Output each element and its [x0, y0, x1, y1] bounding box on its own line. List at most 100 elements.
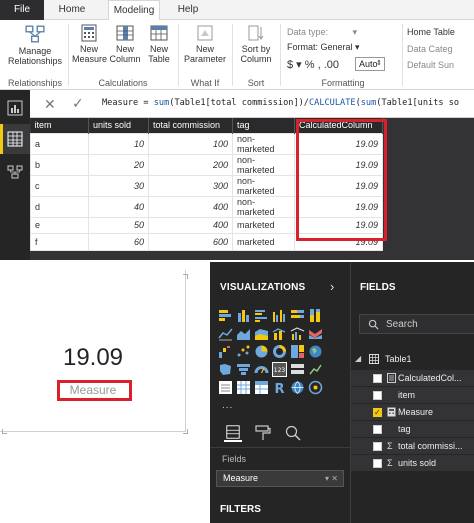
table-cell[interactable]: b: [30, 153, 89, 176]
funnel-chart-icon[interactable]: [236, 362, 251, 377]
table-cell[interactable]: non-marketed: [232, 153, 295, 176]
card-visual-icon[interactable]: 123: [272, 362, 287, 377]
table-cell[interactable]: non-marketed: [232, 195, 295, 218]
table-cell[interactable]: e: [30, 216, 89, 234]
globe-icon[interactable]: [290, 380, 305, 395]
tab-modeling[interactable]: Modeling: [108, 0, 160, 21]
pie-chart-icon[interactable]: [254, 344, 269, 359]
slicer-icon[interactable]: [218, 380, 233, 395]
table-cell[interactable]: 300: [148, 174, 233, 197]
line-and-clustered-column-icon[interactable]: [290, 326, 305, 341]
more-visuals-button[interactable]: ...: [222, 400, 233, 411]
field-item-total-commission[interactable]: Σ total commissi...: [351, 438, 474, 454]
table-cell[interactable]: 30: [88, 174, 149, 197]
table-cell[interactable]: a: [30, 132, 89, 155]
line-chart-icon[interactable]: [218, 326, 233, 341]
line-and-column-chart-icon[interactable]: [272, 326, 287, 341]
field-item-measure[interactable]: Measure: [351, 404, 474, 421]
field-item-tag[interactable]: tag: [351, 421, 474, 437]
field-checkbox[interactable]: [373, 374, 382, 383]
field-checkbox[interactable]: [373, 425, 382, 434]
check-icon[interactable]: ✓: [72, 95, 84, 112]
column-header[interactable]: units sold: [88, 118, 149, 133]
chevron-right-icon[interactable]: ›: [330, 279, 334, 294]
table-cell[interactable]: 200: [148, 153, 233, 176]
new-table-button[interactable]: New Table: [144, 24, 174, 64]
table-cell[interactable]: non-marketed: [232, 174, 295, 197]
map-icon[interactable]: [308, 344, 323, 359]
new-measure-button[interactable]: New Measure: [72, 24, 107, 64]
multi-row-card-icon[interactable]: [290, 362, 305, 377]
column-header[interactable]: total commission: [148, 118, 233, 133]
filled-map-icon[interactable]: [218, 362, 233, 377]
table-cell[interactable]: 400: [148, 216, 233, 234]
data-category-label[interactable]: Data Categ: [407, 44, 453, 54]
stacked-column-chart-icon[interactable]: [236, 308, 251, 323]
field-checkbox[interactable]: [373, 459, 382, 468]
table-cell[interactable]: 50: [88, 216, 149, 234]
close-icon[interactable]: ✕: [331, 474, 338, 483]
data-type-dropdown[interactable]: Data type: ▾: [287, 27, 357, 38]
manage-relationships-button[interactable]: Manage Relationships: [4, 24, 66, 66]
fields-well-measure[interactable]: Measure ▾ ✕: [216, 470, 344, 487]
clustered-bar-chart-icon[interactable]: [254, 308, 269, 323]
new-parameter-button[interactable]: New Parameter: [182, 24, 228, 64]
table-cell[interactable]: 10: [88, 132, 149, 155]
field-checkbox-checked[interactable]: [373, 405, 382, 421]
field-item-calculatedcolumn[interactable]: CalculatedCol...: [351, 370, 474, 386]
table-cell[interactable]: d: [30, 195, 89, 218]
tab-help[interactable]: Help: [170, 0, 206, 20]
table-cell[interactable]: 20: [88, 153, 149, 176]
table-cell[interactable]: marketed: [232, 233, 295, 251]
full-stacked-column-icon[interactable]: [308, 308, 323, 323]
well-controls[interactable]: ▾ ✕: [325, 471, 338, 486]
resize-handle[interactable]: [183, 274, 188, 279]
table-cell[interactable]: marketed: [232, 216, 295, 234]
stacked-area-chart-icon[interactable]: [254, 326, 269, 341]
waterfall-chart-icon[interactable]: [218, 344, 233, 359]
scatter-chart-icon[interactable]: [236, 344, 251, 359]
r-script-visual-icon[interactable]: R: [272, 380, 287, 395]
chevron-down-icon[interactable]: ◢: [355, 351, 361, 367]
table-cell[interactable]: 600: [148, 233, 233, 251]
table-cell[interactable]: non-marketed: [232, 132, 295, 155]
resize-handle[interactable]: [2, 429, 7, 434]
decimal-places-input[interactable]: Auto ⇕: [355, 57, 385, 71]
treemap-icon[interactable]: [290, 344, 305, 359]
card-visual[interactable]: 19.09 Measure: [0, 270, 188, 434]
tab-home[interactable]: Home: [52, 0, 92, 20]
format-dropdown[interactable]: Format: General ▾: [287, 42, 360, 53]
sort-by-column-button[interactable]: Sort by Column: [236, 24, 276, 64]
kpi-icon[interactable]: [308, 362, 323, 377]
table-cell[interactable]: 400: [148, 195, 233, 218]
formula-input[interactable]: Measure = sum(Table1[total commission])/…: [102, 98, 472, 108]
clustered-column-chart-icon[interactable]: [272, 308, 287, 323]
table-node-table1[interactable]: ◢ Table1: [351, 351, 474, 367]
table-visual-icon[interactable]: [236, 380, 251, 395]
table-cell[interactable]: f: [30, 233, 89, 251]
new-column-button[interactable]: New Column: [108, 24, 142, 64]
tab-file[interactable]: File: [0, 0, 44, 20]
stacked-bar-chart-icon[interactable]: [218, 308, 233, 323]
resize-handle[interactable]: [183, 429, 188, 434]
ribbon-chart-icon[interactable]: [308, 326, 323, 341]
column-header[interactable]: tag: [232, 118, 295, 133]
table-cell[interactable]: 60: [88, 233, 149, 251]
data-view-icon[interactable]: [0, 124, 30, 154]
analytics-magnifier-icon[interactable]: [284, 424, 302, 442]
donut-chart-icon[interactable]: [272, 344, 287, 359]
number-format-symbols[interactable]: $ ▾ % , .00: [287, 58, 339, 71]
field-item-units-sold[interactable]: Σ units sold: [351, 455, 474, 471]
table-cell[interactable]: 100: [148, 132, 233, 155]
field-checkbox[interactable]: [373, 391, 382, 400]
table-cell[interactable]: 40: [88, 195, 149, 218]
report-view-icon[interactable]: [7, 100, 23, 116]
default-summarization-label[interactable]: Default Sun: [407, 60, 454, 70]
table-cell[interactable]: c: [30, 174, 89, 197]
model-view-icon[interactable]: [7, 164, 23, 180]
gauge-icon[interactable]: [254, 362, 269, 377]
field-checkbox[interactable]: [373, 442, 382, 451]
column-header[interactable]: item: [30, 118, 89, 133]
field-item-item[interactable]: item: [351, 387, 474, 403]
arcgis-map-icon[interactable]: [308, 380, 323, 395]
